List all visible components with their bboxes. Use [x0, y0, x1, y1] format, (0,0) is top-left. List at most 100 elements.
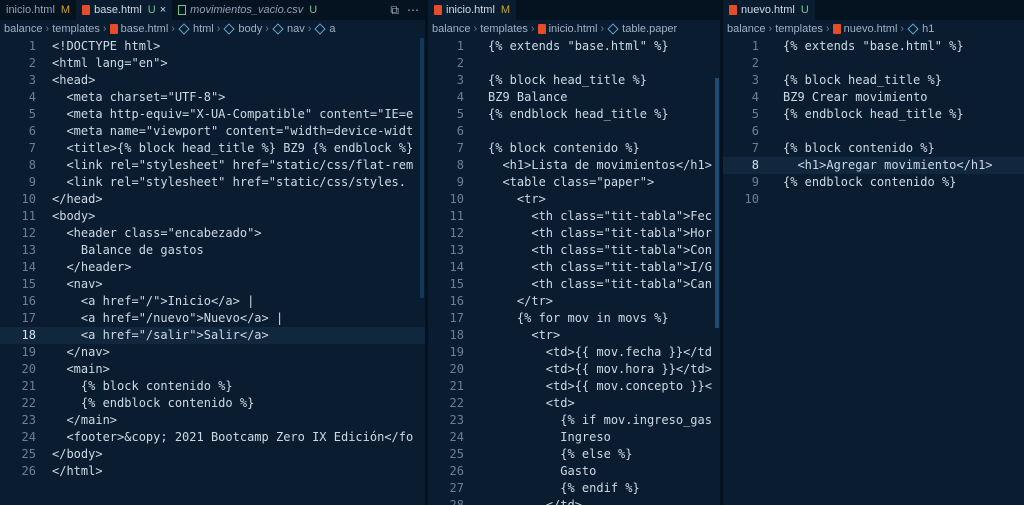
code-text[interactable]: {% else %} — [488, 446, 632, 463]
scrollbar[interactable] — [712, 38, 720, 505]
code-line[interactable]: 11 <th class="tit-tabla">Fec — [428, 208, 720, 225]
code-line[interactable]: 10 </head> — [0, 191, 425, 208]
code-line[interactable]: 6 <meta name="viewport" content="width=d… — [0, 123, 425, 140]
code-text[interactable]: <a href="/salir">Salir</a> — [52, 327, 269, 344]
code-text[interactable]: <header class="encabezado"> — [52, 225, 261, 242]
code-line[interactable]: 25 </body> — [0, 446, 425, 463]
code-line[interactable]: 24 Ingreso — [428, 429, 720, 446]
scrollbar-thumb[interactable] — [715, 78, 719, 328]
code-text[interactable]: BZ9 Balance — [488, 89, 567, 106]
code-text[interactable]: <meta name="viewport" content="width=dev… — [52, 123, 413, 140]
breadcrumb-item[interactable]: templates — [480, 23, 528, 35]
tab-inicio-html[interactable]: inicio.html M — [428, 0, 517, 20]
code-text[interactable]: <td>{{ mov.concepto }}< — [488, 378, 712, 395]
breadcrumb-item[interactable]: a — [329, 23, 335, 35]
code-line[interactable]: 23 {% if mov.ingreso_gas — [428, 412, 720, 429]
breadcrumb-item[interactable]: html — [193, 23, 214, 35]
code-editor[interactable]: 1 {% extends "base.html" %} 2 3 {% block hea… — [723, 38, 1024, 505]
code-text[interactable]: BZ9 Crear movimiento — [783, 89, 928, 106]
code-text[interactable]: <th class="tit-tabla">Hor — [488, 225, 712, 242]
code-line[interactable]: 9 <link rel="stylesheet" href="static/cs… — [0, 174, 425, 191]
code-text[interactable]: {% endblock contenido %} — [52, 395, 254, 412]
code-editor[interactable]: 1 <!DOCTYPE html> 2 <html lang="en"> 3 <head>… — [0, 38, 425, 505]
code-line[interactable]: 1 {% extends "base.html" %} — [428, 38, 720, 55]
code-line[interactable]: 12 <header class="encabezado"> — [0, 225, 425, 242]
code-text[interactable]: {% block contenido %} — [488, 140, 640, 157]
code-text[interactable]: <meta charset="UTF-8"> — [52, 89, 225, 106]
code-text[interactable]: </td> — [488, 497, 582, 505]
code-text[interactable]: <td> — [488, 395, 575, 412]
code-line[interactable]: 16 </tr> — [428, 293, 720, 310]
breadcrumb-item[interactable]: templates — [52, 23, 100, 35]
breadcrumb-item[interactable]: balance — [727, 23, 766, 35]
code-line[interactable]: 7 {% block contenido %} — [723, 140, 1024, 157]
code-line[interactable]: 14 <th class="tit-tabla">I/G — [428, 259, 720, 276]
editor-pane-nuevo[interactable]: nuevo.html U balance › templates › nuevo.h… — [723, 0, 1024, 505]
code-text[interactable]: <tr> — [488, 191, 546, 208]
code-text[interactable]: Balance de gastos — [52, 242, 204, 259]
code-line[interactable]: 18 <a href="/salir">Salir</a> — [0, 327, 425, 344]
code-line[interactable]: 23 </main> — [0, 412, 425, 429]
code-line[interactable]: 8 <h1>Agregar movimiento</h1> — [723, 157, 1024, 174]
editor-pane-inicio[interactable]: inicio.html M balance › templates › inicio… — [428, 0, 720, 505]
code-line[interactable]: 10 <tr> — [428, 191, 720, 208]
breadcrumb-item[interactable]: balance — [432, 23, 471, 35]
code-text[interactable]: {% if mov.ingreso_gas — [488, 412, 712, 429]
split-editor-icon[interactable]: ⧉ — [390, 3, 399, 18]
code-text[interactable]: {% extends "base.html" %} — [783, 38, 964, 55]
code-text[interactable]: {% endif %} — [488, 480, 639, 497]
code-text[interactable]: <main> — [52, 361, 109, 378]
breadcrumb-item[interactable]: h1 — [922, 23, 934, 35]
code-line[interactable]: 26 </html> — [0, 463, 425, 480]
code-line[interactable]: 13 <th class="tit-tabla">Con — [428, 242, 720, 259]
code-text[interactable]: <a href="/nuevo">Nuevo</a> | — [52, 310, 283, 327]
code-line[interactable]: 21 <td>{{ mov.concepto }}< — [428, 378, 720, 395]
code-line[interactable]: 1 <!DOCTYPE html> — [0, 38, 425, 55]
code-text[interactable]: <title>{% block head_title %} BZ9 {% end… — [52, 140, 413, 157]
code-line[interactable]: 8 <link rel="stylesheet" href="static/cs… — [0, 157, 425, 174]
code-line[interactable]: 19 <td>{{ mov.fecha }}</td — [428, 344, 720, 361]
tab-base-html[interactable]: base.html U × — [76, 0, 173, 20]
code-text[interactable]: {% block head_title %} — [488, 72, 647, 89]
code-text[interactable]: {% endblock head_title %} — [783, 106, 964, 123]
code-line[interactable]: 17 <a href="/nuevo">Nuevo</a> | — [0, 310, 425, 327]
code-line[interactable]: 12 <th class="tit-tabla">Hor — [428, 225, 720, 242]
code-text[interactable]: <h1>Lista de movimientos</h1> — [488, 157, 712, 174]
code-text[interactable]: <html lang="en"> — [52, 55, 168, 72]
code-line[interactable]: 28 </td> — [428, 497, 720, 505]
code-text[interactable]: </body> — [52, 446, 103, 463]
code-line[interactable]: 7 <title>{% block head_title %} BZ9 {% e… — [0, 140, 425, 157]
code-line[interactable]: 27 {% endif %} — [428, 480, 720, 497]
code-text[interactable]: <th class="tit-tabla">I/G — [488, 259, 712, 276]
breadcrumb-item[interactable]: nuevo.html — [844, 23, 898, 35]
code-text[interactable]: </html> — [52, 463, 103, 480]
code-line[interactable]: 2 — [723, 55, 1024, 72]
code-text[interactable]: {% for mov in movs %} — [488, 310, 669, 327]
code-line[interactable]: 9 {% endblock contenido %} — [723, 174, 1024, 191]
code-text[interactable]: {% endblock head_title %} — [488, 106, 669, 123]
code-line[interactable]: 19 </nav> — [0, 344, 425, 361]
code-text[interactable]: <meta http-equiv="X-UA-Compatible" conte… — [52, 106, 413, 123]
code-text[interactable]: {% block contenido %} — [52, 378, 233, 395]
code-line[interactable]: 1 {% extends "base.html" %} — [723, 38, 1024, 55]
tab-movimientos-csv[interactable]: movimientos_vacio.csv U — [172, 0, 323, 20]
scrollbar[interactable] — [417, 38, 425, 505]
code-text[interactable]: {% block contenido %} — [783, 140, 935, 157]
code-line[interactable]: 13 Balance de gastos — [0, 242, 425, 259]
code-line[interactable]: 21 {% block contenido %} — [0, 378, 425, 395]
code-line[interactable]: 22 {% endblock contenido %} — [0, 395, 425, 412]
code-line[interactable]: 4 BZ9 Balance — [428, 89, 720, 106]
code-text[interactable]: </nav> — [52, 344, 109, 361]
code-text[interactable]: <link rel="stylesheet" href="static/css/… — [52, 157, 413, 174]
code-line[interactable]: 24 <footer>&copy; 2021 Bootcamp Zero IX … — [0, 429, 425, 446]
tab-nuevo-html[interactable]: nuevo.html U — [723, 0, 815, 20]
code-text[interactable]: <footer>&copy; 2021 Bootcamp Zero IX Edi… — [52, 429, 413, 446]
code-text[interactable]: <h1>Agregar movimiento</h1> — [783, 157, 992, 174]
code-text[interactable]: </header> — [52, 259, 131, 276]
code-line[interactable]: 15 <th class="tit-tabla">Can — [428, 276, 720, 293]
code-line[interactable]: 3 <head> — [0, 72, 425, 89]
code-text[interactable]: </head> — [52, 191, 103, 208]
code-line[interactable]: 25 {% else %} — [428, 446, 720, 463]
code-line[interactable]: 11 <body> — [0, 208, 425, 225]
code-line[interactable]: 2 — [428, 55, 720, 72]
